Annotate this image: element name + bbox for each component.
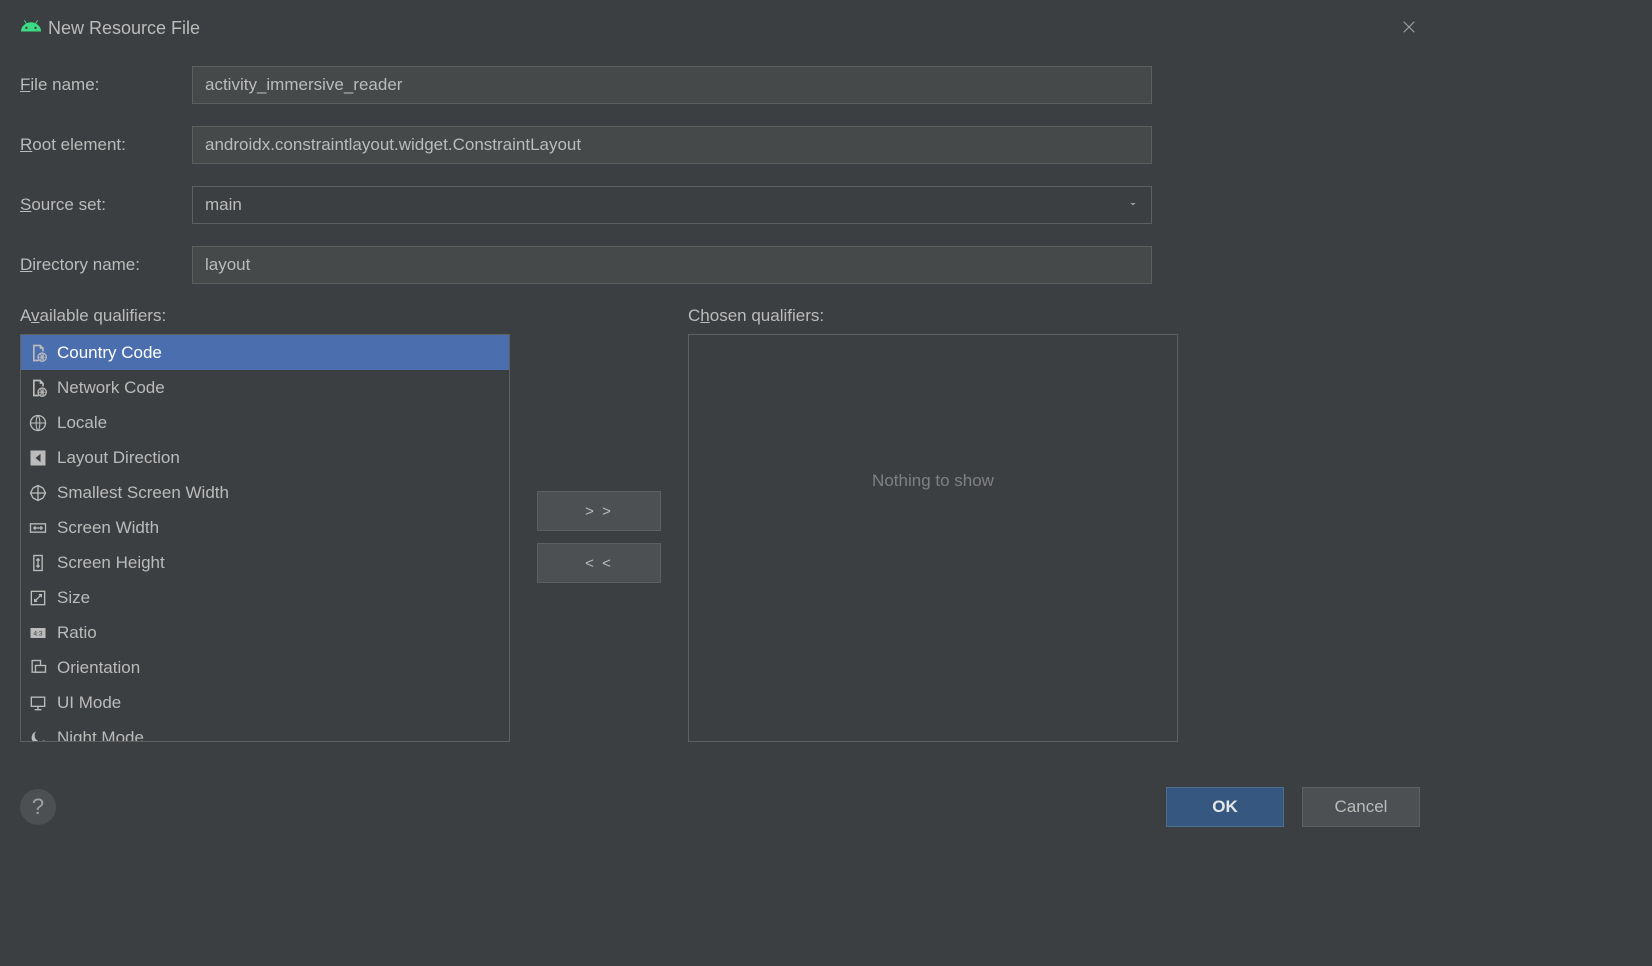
ok-label: OK [1212, 797, 1238, 817]
qualifier-item[interactable]: Night Mode [21, 720, 509, 741]
qualifier-item[interactable]: Smallest Screen Width [21, 475, 509, 510]
arrows-horizontal-icon [27, 517, 49, 539]
ok-button[interactable]: OK [1166, 787, 1284, 827]
qualifier-label: UI Mode [57, 693, 121, 713]
qualifier-item[interactable]: Screen Height [21, 545, 509, 580]
close-button[interactable] [1396, 14, 1422, 40]
qualifier-label: Ratio [57, 623, 97, 643]
cancel-button[interactable]: Cancel [1302, 787, 1420, 827]
chosen-placeholder: Nothing to show [872, 471, 994, 491]
orientation-icon [27, 657, 49, 679]
ratio-icon: 4:3 [27, 622, 49, 644]
android-icon [20, 15, 42, 42]
moon-icon [27, 727, 49, 742]
qualifier-item[interactable]: Size [21, 580, 509, 615]
arrows-out-icon [27, 482, 49, 504]
root-element-input[interactable] [192, 126, 1152, 164]
directory-name-input[interactable] [192, 246, 1152, 284]
close-icon [1400, 18, 1418, 36]
source-set-select[interactable]: main [192, 186, 1152, 224]
source-set-value: main [205, 195, 242, 215]
remove-label: < < [585, 555, 613, 572]
qualifier-label: Night Mode [57, 728, 144, 742]
arrows-vertical-icon [27, 552, 49, 574]
qualifier-item[interactable]: Layout Direction [21, 440, 509, 475]
file-globe-icon [27, 342, 49, 364]
globe-icon [27, 412, 49, 434]
file-name-input[interactable] [192, 66, 1152, 104]
add-qualifier-button[interactable]: > > [537, 491, 661, 531]
qualifier-label: Screen Height [57, 553, 165, 573]
qualifier-item[interactable]: Locale [21, 405, 509, 440]
qualifier-label: Smallest Screen Width [57, 483, 229, 503]
qualifier-item[interactable]: 4:3 Ratio [21, 615, 509, 650]
remove-qualifier-button[interactable]: < < [537, 543, 661, 583]
file-globe-icon [27, 377, 49, 399]
qualifier-item[interactable]: Network Code [21, 370, 509, 405]
chosen-qualifiers-label: Chosen qualifiers: [688, 306, 1178, 326]
qualifier-item[interactable]: Country Code [21, 335, 509, 370]
add-label: > > [585, 503, 613, 520]
qualifier-label: Locale [57, 413, 107, 433]
arrow-left-box-icon [27, 447, 49, 469]
available-qualifiers-list[interactable]: Country Code Network Code Locale Layout Dir… [20, 334, 510, 742]
qualifier-label: Country Code [57, 343, 162, 363]
qualifier-label: Network Code [57, 378, 165, 398]
qualifier-item[interactable]: Screen Width [21, 510, 509, 545]
qualifiers-area: Available qualifiers: Country Code Networ… [0, 306, 1440, 742]
cancel-label: Cancel [1335, 797, 1388, 817]
desktop-icon [27, 692, 49, 714]
expand-icon [27, 587, 49, 609]
qualifier-label: Size [57, 588, 90, 608]
title-bar: New Resource File [0, 0, 1440, 54]
dialog-title: New Resource File [48, 18, 200, 39]
help-button[interactable]: ? [20, 789, 56, 825]
chosen-qualifiers-box[interactable]: Nothing to show [688, 334, 1178, 742]
qualifier-label: Screen Width [57, 518, 159, 538]
directory-name-label: Directory name: [20, 255, 192, 275]
qualifier-label: Orientation [57, 658, 140, 678]
help-icon: ? [32, 794, 44, 820]
chevron-down-icon [1127, 195, 1139, 215]
source-set-label: Source set: [20, 195, 192, 215]
new-resource-file-dialog: New Resource File File name: Root elemen… [0, 0, 1440, 838]
qualifier-item[interactable]: UI Mode [21, 685, 509, 720]
form-area: File name: Root element: Source set: mai… [0, 54, 1440, 284]
root-element-label: Root element: [20, 135, 192, 155]
qualifier-label: Layout Direction [57, 448, 180, 468]
svg-text:4:3: 4:3 [33, 630, 43, 637]
file-name-label: File name: [20, 75, 192, 95]
available-qualifiers-label: Available qualifiers: [20, 306, 510, 326]
dialog-footer: ? OK Cancel [0, 774, 1440, 838]
qualifier-item[interactable]: Orientation [21, 650, 509, 685]
